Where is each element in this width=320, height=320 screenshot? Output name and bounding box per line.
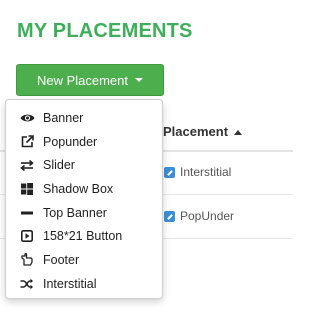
placement-cell[interactable]: PopUnder — [164, 209, 234, 223]
placements-page: MY PLACEMENTS New Placement Placement In… — [0, 0, 293, 320]
page-title: MY PLACEMENTS — [17, 20, 193, 42]
edit-icon[interactable] — [164, 210, 175, 222]
minus-bar-icon — [19, 206, 35, 220]
menu-item-label: Popunder — [43, 134, 98, 149]
external-link-icon — [19, 135, 35, 149]
menu-item-label: Footer — [43, 252, 80, 267]
menu-item-shadow-box[interactable]: Shadow Box — [6, 177, 162, 201]
menu-item-banner[interactable]: Banner — [6, 106, 162, 130]
menu-item-label: Top Banner — [43, 205, 107, 220]
placement-name: Interstitial — [180, 165, 232, 179]
eye-icon — [19, 111, 35, 125]
sort-asc-icon — [234, 130, 243, 136]
menu-item-slider[interactable]: Slider — [6, 153, 162, 177]
column-header-placement[interactable]: Placement — [163, 124, 243, 139]
hand-pointing-icon — [19, 253, 35, 267]
shuffle-icon — [19, 277, 35, 291]
menu-item-popunder[interactable]: Popunder — [6, 130, 162, 154]
menu-item-footer[interactable]: Footer — [6, 248, 162, 272]
menu-item-label: Interstitial — [43, 276, 97, 291]
menu-item-label: Slider — [43, 158, 75, 173]
menu-item-158x21-button[interactable]: 158*21 Button — [6, 224, 162, 248]
menu-item-label: Banner — [43, 110, 84, 125]
menu-item-label: Shadow Box — [43, 181, 114, 196]
new-placement-dropdown-menu: Banner Popunder Slider Shadow Box Top Ba… — [5, 99, 163, 299]
menu-item-interstitial[interactable]: Interstitial — [6, 272, 162, 296]
menu-item-label: 158*21 Button — [43, 229, 123, 244]
caret-down-icon — [135, 78, 144, 82]
placement-cell[interactable]: Interstitial — [164, 165, 231, 179]
windows-grid-icon — [19, 182, 35, 196]
edit-icon[interactable] — [164, 166, 175, 178]
new-placement-button[interactable]: New Placement — [16, 64, 164, 96]
play-square-icon — [19, 229, 35, 243]
menu-item-top-banner[interactable]: Top Banner — [6, 201, 162, 225]
new-placement-label: New Placement — [36, 72, 129, 88]
exchange-arrows-icon — [19, 158, 35, 172]
placement-name: PopUnder — [180, 209, 235, 223]
column-header-placement-label: Placement — [163, 124, 229, 139]
